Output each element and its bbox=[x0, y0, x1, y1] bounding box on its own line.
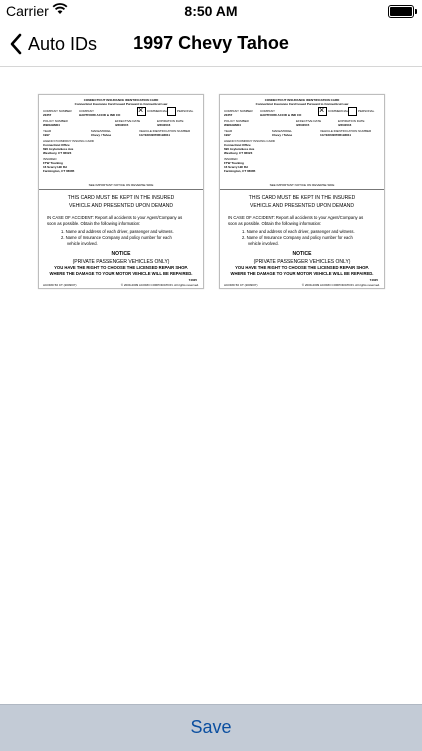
vehicle-make: Chevy / Tahoe bbox=[272, 133, 293, 137]
id-card-image-2[interactable]: CONNECTICUT INSURANCE IDENTIFICATION CAR… bbox=[219, 94, 385, 289]
form-footer-right: © 2009-2009 ACORD CORPORATION. All right… bbox=[120, 283, 199, 287]
company-number: 22357 bbox=[43, 113, 52, 117]
right-line-2: WHERE THE DAMAGE TO YOUR MOTOR VEHICLE W… bbox=[49, 271, 193, 276]
battery-icon bbox=[388, 5, 417, 18]
company-number: 22357 bbox=[224, 113, 233, 117]
keep-line-1: THIS CARD MUST BE KEPT IN THE INSURED bbox=[67, 195, 175, 201]
form-footer-left: ACORD 50 CT (2009/07) bbox=[224, 283, 258, 287]
agency-line-3: Westbury, CT 06023 bbox=[224, 151, 253, 155]
vehicle-make: Chevy / Tahoe bbox=[91, 133, 112, 137]
policy-number: WB0HHM04 bbox=[224, 123, 241, 127]
navigation-bar: Auto IDs 1997 Chevy Tahoe bbox=[0, 22, 422, 67]
personal-label: PERSONAL bbox=[177, 109, 194, 113]
reverse-note: SEE IMPORTANT NOTICE ON REVERSE SIDE bbox=[269, 183, 335, 187]
agency-line-3: Westbury, CT 06023 bbox=[43, 151, 72, 155]
commercial-label: COMMERCIAL bbox=[328, 109, 349, 113]
accident-line-2: soon as possible. Obtain the following i… bbox=[47, 221, 141, 226]
bottom-toolbar: Save bbox=[0, 704, 422, 751]
personal-checkbox bbox=[167, 107, 176, 116]
commercial-checkbox bbox=[318, 105, 327, 116]
vehicle-year: 1997 bbox=[224, 133, 231, 137]
page-title: 1997 Chevy Tahoe bbox=[133, 33, 289, 53]
id-card-image-1[interactable]: CONNECTICUT INSURANCE IDENTIFICATION CAR… bbox=[38, 94, 204, 289]
personal-checkbox bbox=[348, 107, 357, 116]
status-bar: Carrier 8:50 AM bbox=[0, 0, 422, 22]
keep-line-1: THIS CARD MUST BE KEPT IN THE INSURED bbox=[248, 195, 356, 201]
commercial-label: COMMERCIAL bbox=[147, 109, 168, 113]
form-code: 74025 bbox=[369, 278, 378, 282]
vehicle-year: 1997 bbox=[43, 133, 50, 137]
commercial-checkbox bbox=[137, 105, 146, 116]
accident-item-2b: vehicle involved. bbox=[67, 241, 98, 246]
right-line-2: WHERE THE DAMAGE TO YOUR MOTOR VEHICLE W… bbox=[230, 271, 374, 276]
accident-item-2b: vehicle involved. bbox=[248, 241, 279, 246]
form-footer-left: ACORD 50 CT (2009/07) bbox=[43, 283, 77, 287]
notice-heading: NOTICE bbox=[111, 251, 131, 257]
company-name: HARTFORD ACCID & IND CO bbox=[79, 113, 121, 117]
keep-line-2: VEHICLE AND PRESENTED UPON DEMAND bbox=[69, 203, 173, 209]
insured-line-3: Farmington, CT 06085 bbox=[43, 169, 75, 173]
vin: 1GYEK63N76R193811 bbox=[139, 133, 171, 137]
clock: 8:50 AM bbox=[184, 3, 238, 19]
card-back: THIS CARD MUST BE KEPT IN THE INSURED VE… bbox=[39, 190, 203, 288]
effective-date: 3/20/2015 bbox=[296, 123, 310, 127]
keep-line-2: VEHICLE AND PRESENTED UPON DEMAND bbox=[250, 203, 354, 209]
save-button[interactable]: Save bbox=[0, 717, 422, 738]
notice-heading: NOTICE bbox=[292, 251, 312, 257]
card-back: THIS CARD MUST BE KEPT IN THE INSURED VE… bbox=[220, 190, 384, 288]
reverse-note: SEE IMPORTANT NOTICE ON REVERSE SIDE bbox=[88, 183, 154, 187]
insured-line-3: Farmington, CT 06085 bbox=[224, 169, 256, 173]
company-name: HARTFORD ACCID & IND CO bbox=[260, 113, 302, 117]
card-subheading: Connecticut Insurance Card Issued Pursua… bbox=[255, 102, 349, 106]
expiration-date: 3/20/2016 bbox=[338, 123, 352, 127]
card-front: CONNECTICUT INSURANCE IDENTIFICATION CAR… bbox=[39, 95, 203, 190]
expiration-date: 3/20/2016 bbox=[157, 123, 171, 127]
card-subheading: Connecticut Insurance Card Issued Pursua… bbox=[74, 102, 168, 106]
card-front: CONNECTICUT INSURANCE IDENTIFICATION CAR… bbox=[220, 95, 384, 190]
vin: 1GYEK63N76R193811 bbox=[320, 133, 352, 137]
effective-date: 3/20/2015 bbox=[115, 123, 129, 127]
policy-number: WB0HHM04 bbox=[43, 123, 60, 127]
form-footer-right: © 2009-2009 ACORD CORPORATION. All right… bbox=[301, 283, 380, 287]
accident-line-2: soon as possible. Obtain the following i… bbox=[228, 221, 322, 226]
personal-label: PERSONAL bbox=[358, 109, 375, 113]
form-code: 74025 bbox=[188, 278, 197, 282]
